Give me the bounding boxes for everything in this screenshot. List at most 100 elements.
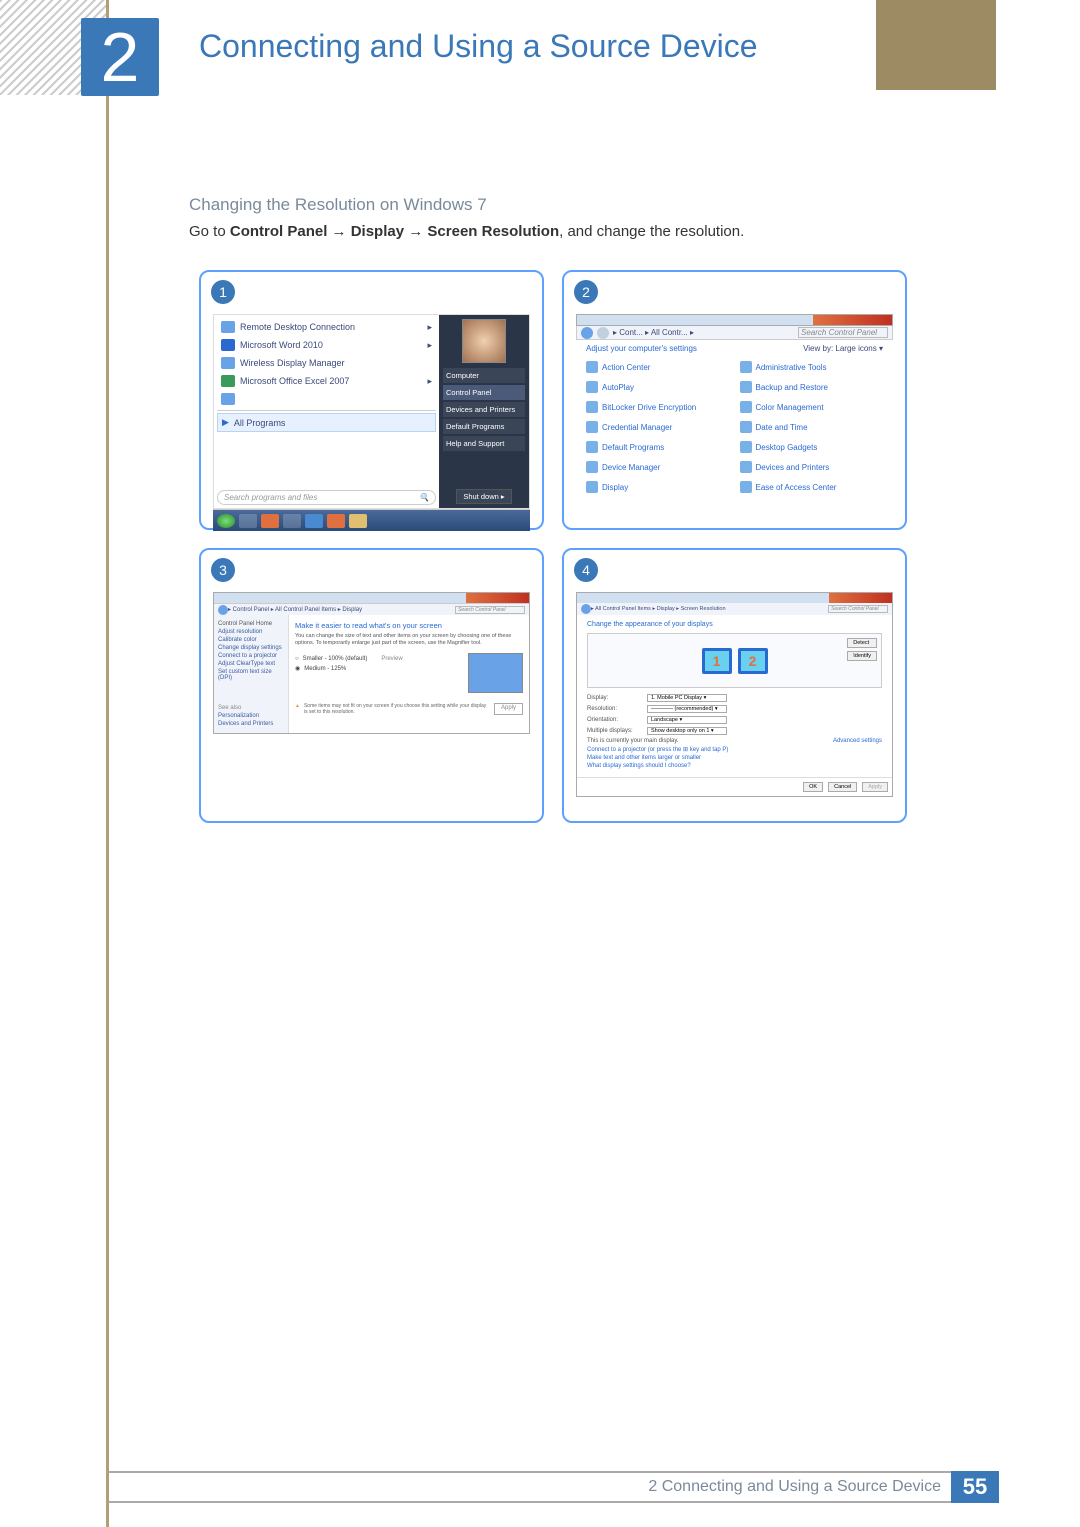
breadcrumb[interactable]: ▸ Control Panel ▸ All Control Panel Item… (228, 606, 362, 613)
sidebar-link[interactable]: Calibrate color (218, 637, 284, 643)
cp-item[interactable]: Action Center (586, 361, 730, 373)
start-menu-left: Remote Desktop Connection▸ Microsoft Wor… (214, 315, 439, 508)
back-button-icon[interactable] (581, 604, 591, 614)
clock-icon (740, 421, 752, 433)
display-select[interactable]: 1. Mobile PC Display ▾ (647, 694, 727, 702)
cp-item[interactable]: Color Management (740, 401, 884, 413)
text-size-link[interactable]: Make text and other items larger or smal… (587, 755, 882, 761)
chapter-title: Connecting and Using a Source Device (199, 28, 758, 65)
preview-thumbnail (468, 653, 523, 693)
cp-item[interactable]: Devices and Printers (740, 461, 884, 473)
multi-display-select[interactable]: Show desktop only on 1 ▾ (647, 727, 727, 735)
back-button-icon[interactable] (218, 605, 228, 615)
cp-item[interactable]: Administrative Tools (740, 361, 884, 373)
cp-item[interactable]: BitLocker Drive Encryption (586, 401, 730, 413)
cp-item[interactable]: Backup and Restore (740, 381, 884, 393)
detect-button[interactable]: Detect (847, 638, 877, 648)
cp-item[interactable]: Credential Manager (586, 421, 730, 433)
sidebar-link[interactable]: Personalization (218, 713, 284, 719)
cp-item[interactable]: Date and Time (740, 421, 884, 433)
radio-smaller[interactable]: ○Smaller - 100% (default)Preview (295, 656, 460, 662)
window-titlebar (214, 593, 529, 603)
start-menu-item[interactable] (217, 390, 436, 408)
panel-badge: 2 (574, 280, 598, 304)
sidebar-link[interactable]: Adjust resolution (218, 629, 284, 635)
panel-badge: 4 (574, 558, 598, 582)
taskbar-icon[interactable] (261, 514, 279, 528)
gadgets-icon (740, 441, 752, 453)
start-search[interactable]: Search programs and files🔍 (217, 490, 436, 505)
taskbar-icon[interactable] (327, 514, 345, 528)
radio-medium[interactable]: ◉Medium - 125% (295, 665, 460, 672)
help-link[interactable]: What display settings should I choose? (587, 763, 882, 769)
sidebar: Control Panel Home Adjust resolution Cal… (214, 615, 289, 733)
start-right-link[interactable]: Computer (443, 368, 525, 383)
tools-icon (740, 361, 752, 373)
start-right-link[interactable]: Devices and Printers (443, 402, 525, 417)
start-right-link[interactable]: Default Programs (443, 419, 525, 434)
resolution-select[interactable]: ———— (recommended) ▾ (647, 705, 727, 713)
screenshot-panel-1: 1 Remote Desktop Connection▸ Microsoft W… (199, 270, 544, 530)
start-right-link[interactable]: Help and Support (443, 436, 525, 451)
printers-icon (740, 461, 752, 473)
monitor-2[interactable]: 2 (738, 648, 768, 674)
app-icon (221, 321, 235, 333)
sidebar-link[interactable]: Connect to a projector (218, 653, 284, 659)
search-box[interactable]: Search Control Panel (828, 605, 888, 613)
color-icon (740, 401, 752, 413)
search-box[interactable]: Search Control Panel (455, 606, 525, 614)
start-right-link[interactable]: Control Panel (443, 385, 525, 400)
forward-button-icon[interactable] (597, 327, 609, 339)
sidebar-link[interactable]: Adjust ClearType text (218, 661, 284, 667)
programs-icon (586, 441, 598, 453)
sidebar-header: Control Panel Home (218, 621, 284, 627)
back-button-icon[interactable] (581, 327, 593, 339)
start-menu-item[interactable]: Microsoft Office Excel 2007▸ (217, 372, 436, 390)
orientation-select[interactable]: Landscape ▾ (647, 716, 727, 724)
window-titlebar (576, 314, 893, 326)
apply-button[interactable]: Apply (862, 782, 888, 792)
start-menu-item[interactable]: Remote Desktop Connection▸ (217, 318, 436, 336)
projector-link[interactable]: Connect to a projector (or press the ⊞ k… (587, 746, 882, 753)
cp-item[interactable]: Desktop Gadgets (740, 441, 884, 453)
shutdown-button[interactable]: Shut down ▸ (456, 489, 511, 504)
monitor-1[interactable]: 1 (702, 648, 732, 674)
sidebar-link[interactable]: Change display settings (218, 645, 284, 651)
main-display-note: This is currently your main display. (587, 738, 679, 744)
identify-button[interactable]: Identify (847, 651, 877, 661)
autoplay-icon (586, 381, 598, 393)
taskbar-icon[interactable] (305, 514, 323, 528)
apply-button[interactable]: Apply (494, 703, 523, 715)
taskbar-icon[interactable] (239, 514, 257, 528)
page-footer: 2 Connecting and Using a Source Device 5… (109, 1471, 999, 1503)
all-programs[interactable]: ▶All Programs (217, 413, 436, 432)
sidebar-link[interactable]: Set custom text size (DPI) (218, 669, 284, 681)
start-menu-item[interactable]: Wireless Display Manager (217, 354, 436, 372)
display-icon (586, 481, 598, 493)
taskbar-icon[interactable] (349, 514, 367, 528)
cp-item[interactable]: Default Programs (586, 441, 730, 453)
cp-item[interactable]: AutoPlay (586, 381, 730, 393)
control-panel-grid: Action Center Administrative Tools AutoP… (576, 357, 893, 497)
address-bar: ▸ Control Panel ▸ All Control Panel Item… (214, 603, 529, 615)
app-icon (221, 375, 235, 387)
taskbar-icon[interactable] (283, 514, 301, 528)
breadcrumb[interactable]: ▸ All Control Panel Items ▸ Display ▸ Sc… (591, 606, 726, 612)
cp-item[interactable]: Ease of Access Center (740, 481, 884, 493)
content-heading: Change the appearance of your displays (587, 621, 882, 628)
ok-button[interactable]: OK (803, 782, 823, 792)
cp-item[interactable]: Display (586, 481, 730, 493)
address-bar: ▸ All Control Panel Items ▸ Display ▸ Sc… (577, 603, 892, 615)
cp-item[interactable]: Device Manager (586, 461, 730, 473)
sidebar-link[interactable]: Devices and Printers (218, 721, 284, 727)
start-menu-item[interactable]: Microsoft Word 2010▸ (217, 336, 436, 354)
warning-icon: ▲ (295, 703, 300, 715)
cancel-button[interactable]: Cancel (828, 782, 857, 792)
view-by-dropdown[interactable]: View by: Large icons ▾ (803, 344, 883, 353)
breadcrumb[interactable]: ▸ Cont... ▸ All Contr... ▸ (613, 328, 694, 337)
warning-text: Some items may not fit on your screen if… (304, 703, 490, 715)
credential-icon (586, 421, 598, 433)
advanced-settings-link[interactable]: Advanced settings (833, 738, 882, 744)
search-box[interactable]: Search Control Panel (798, 327, 888, 338)
start-orb-icon[interactable] (217, 514, 235, 528)
